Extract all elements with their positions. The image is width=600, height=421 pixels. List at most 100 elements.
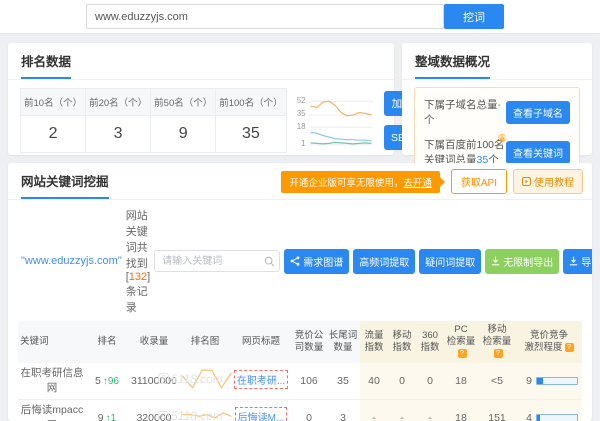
stat-label-top10: 前10名（个） (21, 89, 86, 116)
mining-toolbar: "www.eduzzyjs.com" 网站关键词共找到[132]条记录 需求图谱… (8, 200, 592, 321)
pc-search-cell: 18 (444, 400, 478, 421)
result-summary: 网站关键词共找到[132]条记录 (126, 207, 150, 315)
stat-value-top20: 3 (86, 116, 151, 153)
bid-level-value: 4 (518, 412, 532, 421)
subdomain-count-value: - (498, 99, 502, 111)
trend-ytick: 52 (293, 97, 306, 105)
trend-ytick: 1 (293, 140, 306, 148)
rank-trend-chart-bottom: 18 1 (293, 121, 377, 148)
page-title-link[interactable]: 后悔读M... (235, 407, 288, 421)
column-header: 长尾词 数量 (326, 321, 360, 363)
mine-words-button[interactable]: 挖词 (444, 4, 504, 29)
column-header: PC 检索量 (444, 321, 478, 363)
high-freq-extract-button[interactable]: 高频词提取 (353, 249, 415, 274)
bid-level-bar (536, 377, 578, 385)
mobile-search-cell: 151 (478, 400, 516, 421)
ranking-data-body: 前10名（个） 前20名（个） 前50名（个） 前100名（个） 2 3 9 3… (8, 80, 394, 159)
help-icon[interactable] (494, 349, 503, 358)
keyword-cell: 在职考研信息网 (18, 363, 86, 400)
table-row: 在职考研信息网5↑963110000055118.com在职考研...10635… (18, 363, 582, 400)
column-header: 排名 (86, 321, 128, 363)
column-header: 360 指数 (416, 321, 444, 363)
keyword-mining-title: 网站关键词挖掘 (21, 171, 109, 199)
longtail-count-cell: 35 (326, 363, 360, 400)
bid-level-cell: 9 (516, 363, 582, 400)
rank-sparkline (182, 404, 232, 421)
longtail-count-cell: 3 (326, 400, 360, 421)
upgrade-link[interactable]: 去开通 (403, 178, 432, 189)
unlimited-export-button[interactable]: 无限制导出 (485, 249, 559, 274)
question-words-extract-button[interactable]: 疑问词提取 (419, 249, 481, 274)
flow-index-cell: 40 (360, 363, 388, 400)
stat-label-top100: 前100名（个） (216, 89, 286, 116)
bid-level-bar (536, 414, 578, 421)
site-domain-link[interactable]: "www.eduzzyjs.com" (21, 255, 122, 267)
rank-change-up: ↑1 (106, 413, 117, 421)
rank-cell: 9↑1 (86, 400, 128, 421)
rank-trend-chart-top: 52 35 (293, 94, 377, 121)
keyword-table: 关键词排名收录量排名图网页标题竞价公 司数量长尾词 数量流量 指数移动 指数36… (18, 321, 582, 421)
demand-graph-button[interactable]: 需求图谱 (284, 249, 349, 274)
tutorial-button[interactable]: 使用教程 (513, 169, 583, 194)
mining-header-actions: 开通企业版可享无限使用，去开通 获取API 使用教程 (281, 169, 583, 194)
summary-cards-row: 排名数据 前10名（个） 前20名（个） 前50名（个） 前100名（个） 2 … (8, 43, 592, 155)
enterprise-promo-badge[interactable]: 开通企业版可享无限使用，去开通 (281, 171, 440, 193)
tutorial-icon (522, 177, 531, 186)
ranking-data-panel: 排名数据 前10名（个） 前20名（个） 前50名（个） 前100名（个） 2 … (8, 43, 394, 155)
bid-company-count-cell[interactable]: 106 (292, 363, 326, 400)
column-header: 移动 指数 (388, 321, 416, 363)
table-row: 后悔读mpacc了9↑132000055118.com后悔读M...03---1… (18, 400, 582, 421)
download-icon (569, 256, 578, 266)
column-header: 移动 检索量 (478, 321, 516, 363)
subdomain-count-row: 下属子域名总量-个 查看子域名 (424, 92, 570, 132)
bid-level-cell: 4 (516, 400, 582, 421)
get-api-button[interactable]: 获取API (451, 169, 507, 194)
mobile-index-cell: 0 (388, 363, 416, 400)
keyword-search-input[interactable] (154, 250, 280, 272)
column-header: 竞价竞争 激烈程度 (516, 321, 582, 363)
column-header: 网页标题 (230, 321, 292, 363)
pc-search-cell: 18 (444, 363, 478, 400)
url-input[interactable] (86, 4, 444, 29)
download-icon (491, 256, 500, 266)
bid-company-count-cell[interactable]: 0 (292, 400, 326, 421)
keyword-mining-panel: 网站关键词挖掘 开通企业版可享无限使用，去开通 获取API 使用教程 "www.… (8, 163, 592, 421)
search-icon[interactable] (264, 256, 275, 267)
help-icon[interactable] (458, 349, 467, 358)
keyword-mining-header: 网站关键词挖掘 开通企业版可享无限使用，去开通 获取API 使用教程 (8, 163, 592, 200)
view-keywords-button[interactable]: ♛查看关键词 (506, 141, 570, 164)
column-header: 收录量 (128, 321, 180, 363)
subdomain-count-text: 下属子域名总量-个 (424, 97, 506, 127)
view-subdomains-button[interactable]: 查看子域名 (506, 101, 570, 124)
stat-value-top100: 35 (216, 116, 286, 153)
ranking-data-title: 排名数据 (21, 51, 71, 79)
column-header: 关键词 (18, 321, 86, 363)
keyword-cell: 后悔读mpacc了 (18, 400, 86, 421)
column-header: 排名图 (180, 321, 230, 363)
rank-cell: 5↑96 (86, 363, 128, 400)
rank-chart-cell: 55118.com (180, 400, 230, 421)
keyword-table-header-row: 关键词排名收录量排名图网页标题竞价公 司数量长尾词 数量流量 指数移动 指数36… (18, 321, 582, 363)
rank-trend-charts: 52 35 18 1 (293, 94, 377, 148)
page-title-link[interactable]: 在职考研... (234, 370, 288, 389)
stat-value-top50: 9 (151, 116, 216, 153)
export-data-button[interactable]: 导出数据 (563, 249, 592, 274)
stat-value-top10: 2 (21, 116, 86, 153)
topbar: 挖词 (0, 0, 600, 34)
domain-overview-title: 整域数据概况 (415, 51, 490, 79)
index360-cell: - (416, 400, 444, 421)
page-title-cell: 后悔读M... (230, 400, 292, 421)
rank-change-up: ↑96 (103, 376, 119, 387)
column-header: 竞价公 司数量 (292, 321, 326, 363)
graph-icon (290, 256, 300, 266)
collected-cell: 320000 (128, 400, 180, 421)
rank-chart-cell: 55118.com (180, 363, 230, 400)
column-header: 流量 指数 (360, 321, 388, 363)
mining-toolbar-actions: 需求图谱 高频词提取 疑问词提取 无限制导出 导出数据 (154, 249, 592, 274)
collected-cell: 31100000 (128, 363, 180, 400)
rank-sparkline (182, 366, 232, 392)
help-icon[interactable] (565, 343, 574, 352)
mobile-search-cell: <5 (478, 363, 516, 400)
trend-ytick: 35 (293, 110, 306, 118)
trend-ytick: 18 (293, 123, 306, 131)
